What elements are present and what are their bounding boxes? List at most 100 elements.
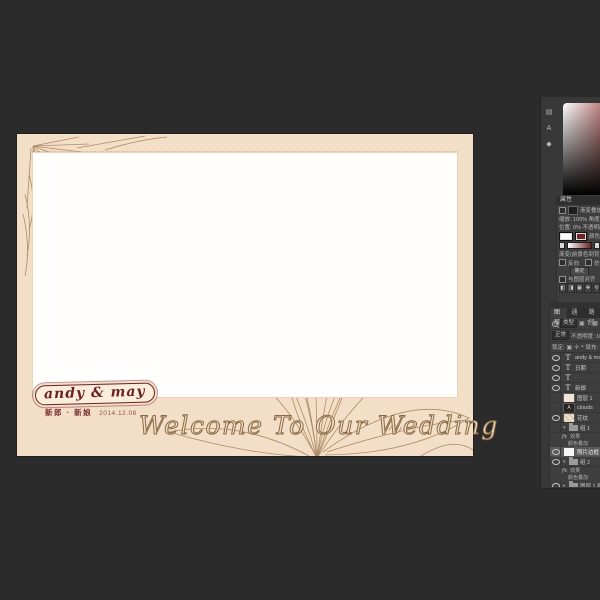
- gradient-stop-maroon-swatch[interactable]: [575, 232, 587, 241]
- fill-label[interactable]: 填充: 100%: [585, 343, 600, 351]
- visibility-toggle[interactable]: [551, 373, 561, 382]
- visibility-toggle[interactable]: [551, 363, 561, 372]
- photo-placeholder-area[interactable]: [32, 152, 458, 398]
- color-picker-field[interactable]: [563, 103, 600, 195]
- lock-label: 锁定:: [552, 343, 565, 351]
- dither-checkbox[interactable]: [585, 259, 592, 266]
- text-layer-icon: T: [563, 384, 573, 392]
- text-layer-icon: T: [563, 374, 573, 382]
- layer-row[interactable]: 花纹: [550, 413, 600, 423]
- expand-arrow-icon[interactable]: ▾: [563, 459, 567, 465]
- filter-text-icon[interactable]: T: [587, 321, 591, 327]
- properties-panel: 属性 渐变叠加 缩放: 100% 角度: 90° 位置: 0% 不透明度 颜色 …: [556, 196, 600, 302]
- reverse-checkbox[interactable]: [559, 259, 566, 266]
- tab-paths[interactable]: 路径: [585, 308, 600, 318]
- filter-type-dropdown[interactable]: 类型: [560, 319, 577, 328]
- visibility-toggle[interactable]: [551, 413, 561, 422]
- layer-name: 日期: [575, 364, 586, 372]
- gradient-stop-handle-right[interactable]: [594, 242, 600, 249]
- visibility-toggle[interactable]: [551, 393, 561, 402]
- layer-row[interactable]: ▾ 组 1: [550, 423, 600, 433]
- panel-tool-button-1[interactable]: ◧: [559, 283, 566, 293]
- layer-row[interactable]: ▸ 图层 1 副本: [550, 481, 600, 487]
- collapsed-panel-strip: ▤ A ◆: [542, 109, 556, 148]
- align-checkbox[interactable]: [559, 276, 566, 283]
- layer-row[interactable]: A clouds: [550, 403, 600, 413]
- gradient-stop-white-swatch[interactable]: [559, 232, 573, 241]
- panel-tool-button-3[interactable]: ▣: [576, 283, 583, 293]
- opacity-label[interactable]: 不透明度: 100%: [571, 332, 600, 340]
- panel-tool-button-2[interactable]: ◨: [567, 283, 574, 293]
- guide-dotted-line: [32, 151, 458, 152]
- effects-label: 效果: [570, 433, 580, 440]
- tab-channels[interactable]: 通道: [567, 308, 584, 318]
- character-panel-icon[interactable]: A: [547, 125, 552, 132]
- layer-row-selected[interactable]: 照片边框: [550, 447, 600, 457]
- blend-mode-dropdown[interactable]: 正常: [552, 331, 569, 340]
- expand-arrow-icon[interactable]: ▾: [563, 425, 567, 431]
- layer-row[interactable]: ▾ 组 2: [550, 457, 600, 467]
- layer-thumbnail: A: [563, 403, 575, 413]
- filter-pixel-icon[interactable]: ▣: [579, 320, 585, 327]
- filter-shape-icon[interactable]: ▦: [592, 320, 598, 327]
- document-canvas[interactable]: andy & may 新郎 · 新娘2014.12.08 Welcome To …: [17, 134, 473, 456]
- visibility-toggle[interactable]: [551, 423, 561, 432]
- fx-icon: fx: [562, 434, 567, 440]
- effects-label: 效果: [570, 467, 580, 474]
- panel-dock: ▤ A ◆ 属性 渐变叠加 缩放: 100% 角度: 90° 位置: 0% 不透…: [540, 97, 600, 489]
- gradient-bar[interactable]: [567, 242, 592, 249]
- layer-row[interactable]: 图层 1: [550, 393, 600, 403]
- align-label: 与图层对齐: [568, 275, 596, 283]
- layer-name: andy & may: [575, 355, 600, 361]
- layer-name: 照片边框: [577, 448, 599, 456]
- text-layer-icon: T: [563, 354, 573, 362]
- overlay-checkbox[interactable]: [559, 207, 566, 214]
- layers-panel: 图层 通道 路径 类型 ▣ T ▦ ▤ 正常 不透明度: 100% 锁定: ▣ …: [549, 308, 600, 487]
- eye-icon: [552, 483, 560, 488]
- layer-effect-item-row[interactable]: 颜色叠加: [550, 474, 600, 481]
- visibility-toggle[interactable]: [551, 353, 561, 362]
- swatches-panel-icon[interactable]: ▤: [546, 109, 553, 116]
- panel-tool-button-5[interactable]: ⟲: [593, 283, 600, 293]
- layer-name: 图层 1 副本: [580, 482, 600, 488]
- lock-transparent-icon[interactable]: ▣: [567, 344, 573, 351]
- eye-icon: [552, 449, 560, 455]
- confirm-button[interactable]: 确定: [570, 267, 588, 275]
- layer-row[interactable]: T 日期: [550, 363, 600, 373]
- text-layer-icon: T: [563, 364, 573, 372]
- eye-icon: [552, 355, 560, 361]
- layer-effects-row[interactable]: fx 效果: [550, 467, 600, 474]
- visibility-toggle[interactable]: [551, 481, 561, 487]
- layer-effect-item-row[interactable]: 颜色叠加: [550, 440, 600, 447]
- visibility-toggle[interactable]: [551, 447, 561, 456]
- panel-tool-button-4[interactable]: ✚: [584, 283, 591, 293]
- expand-arrow-icon[interactable]: ▸: [563, 483, 567, 488]
- filter-search-icon: [552, 321, 558, 327]
- effect-item-label: 颜色叠加: [568, 440, 588, 447]
- wedding-date: 2014.12.08: [99, 410, 137, 417]
- visibility-toggle[interactable]: [551, 457, 561, 466]
- lock-all-icon[interactable]: ▪: [581, 344, 583, 350]
- fx-icon: fx: [562, 468, 567, 474]
- layer-name: ·: [575, 375, 577, 381]
- layer-row[interactable]: T andy & may: [550, 353, 600, 363]
- eye-icon: [552, 385, 560, 391]
- lock-position-icon[interactable]: ✛: [574, 344, 579, 351]
- tab-layers[interactable]: 图层: [550, 308, 567, 318]
- eye-icon: [552, 459, 560, 465]
- visibility-toggle[interactable]: [551, 383, 561, 392]
- layer-name: clouds: [577, 405, 593, 411]
- layer-row[interactable]: T ·: [550, 373, 600, 383]
- effect-item-label: 颜色叠加: [568, 474, 588, 481]
- layer-thumbnail: [563, 393, 575, 403]
- couple-text: 新郎 · 新娘: [45, 408, 92, 417]
- visibility-toggle[interactable]: [551, 403, 561, 412]
- eye-icon: [552, 375, 560, 381]
- headline-text: Welcome To Our Wedding: [139, 411, 499, 440]
- layer-row[interactable]: T 新娘: [550, 383, 600, 393]
- layer-effects-row[interactable]: fx 效果: [550, 433, 600, 440]
- layer-thumbnail: [563, 413, 575, 423]
- brush-panel-icon[interactable]: ◆: [546, 141, 551, 148]
- gradient-stop-handle-left[interactable]: [559, 242, 565, 249]
- layer-name: 新娘: [575, 384, 586, 392]
